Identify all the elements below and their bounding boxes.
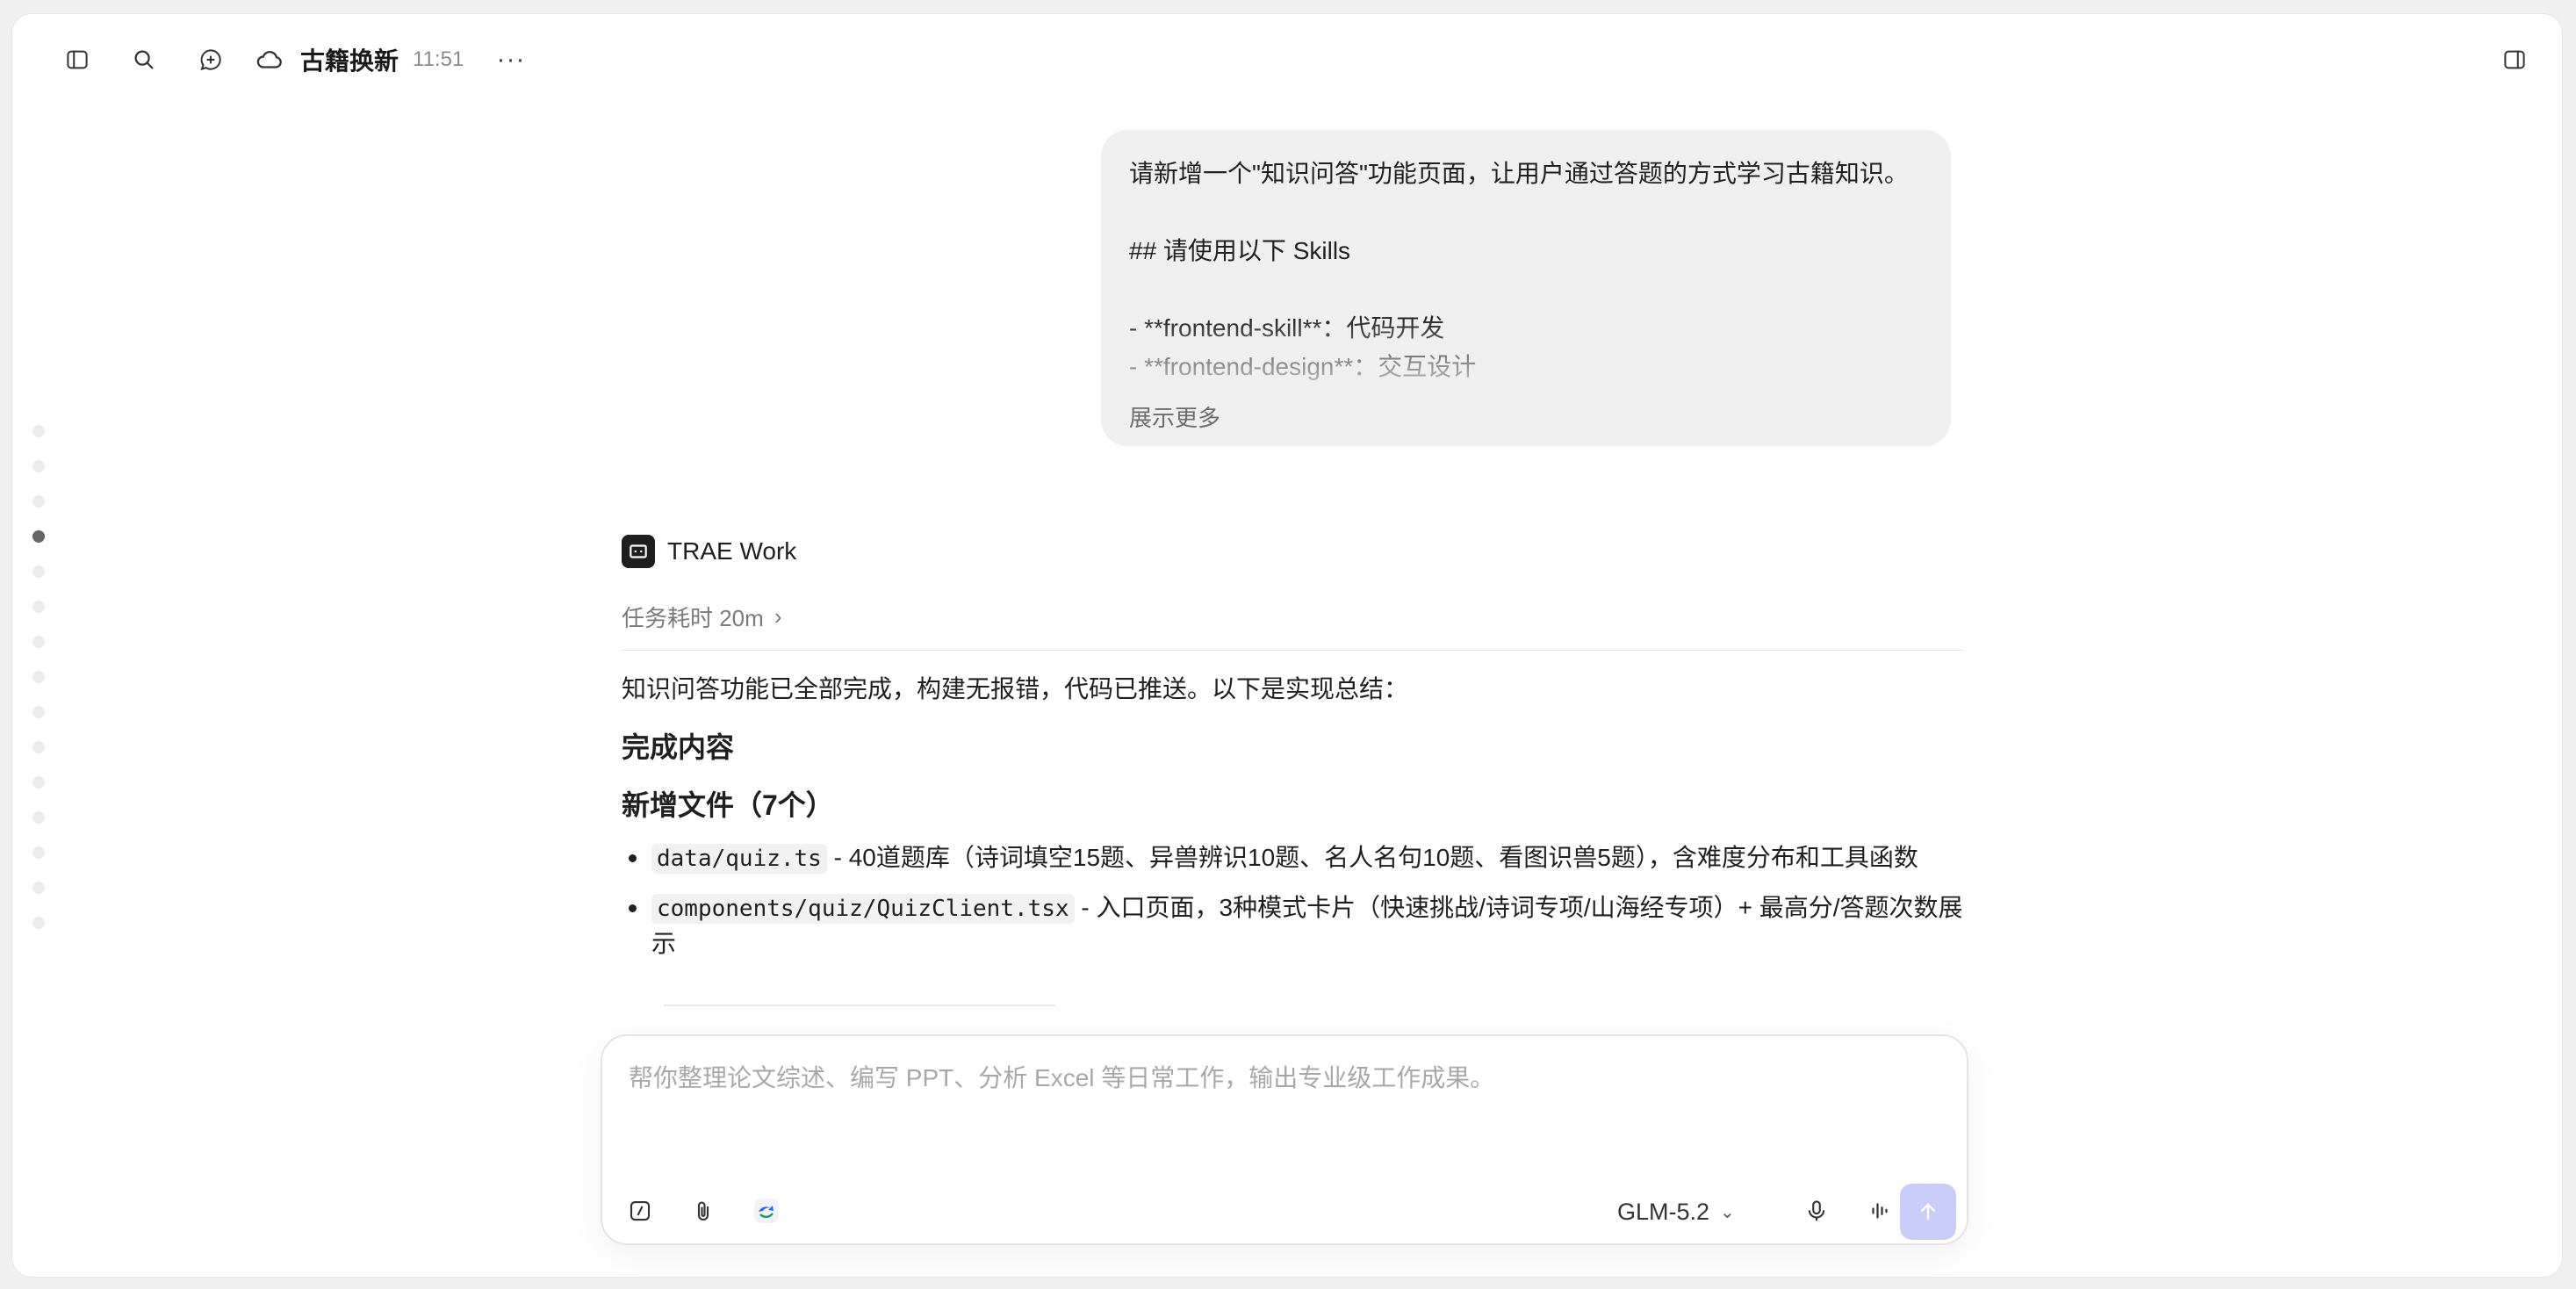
right-panel-toggle-icon[interactable]: [2495, 40, 2534, 79]
user-message-bubble: 请新增一个"知识问答"功能页面，让用户通过答题的方式学习古籍知识。 ## 请使用以…: [1101, 130, 1951, 446]
rail-dot[interactable]: [32, 565, 45, 578]
message-line: ## 请使用以下 Skills: [1129, 237, 1351, 264]
divider: [622, 650, 1963, 651]
list-item: data/quiz.ts - 40道题库（诗词填空15题、异兽辨识10题、名人名…: [622, 840, 1963, 876]
file-path-code: data/quiz.ts: [651, 844, 827, 874]
show-more-button[interactable]: 展示更多: [1129, 399, 1220, 437]
message-navigation-rail: [28, 425, 49, 952]
rail-dot[interactable]: [32, 811, 45, 824]
app-window: 古籍换新 11:51 ··· 请新增一个"知识问答"功能页面，让用户通过答题的方…: [12, 14, 2562, 1277]
model-name: GLM-5.2: [1617, 1198, 1710, 1225]
new-chat-icon[interactable]: [191, 40, 230, 79]
chat-title[interactable]: 古籍换新: [300, 42, 399, 77]
rail-dot[interactable]: [32, 741, 45, 753]
assistant-header: TRAE Work: [622, 532, 1963, 571]
cloud-icon: [256, 51, 282, 68]
chat-time: 11:51: [413, 47, 464, 71]
rail-dot[interactable]: [32, 636, 45, 648]
heading-done: 完成内容: [622, 731, 735, 763]
send-button[interactable]: [1900, 1184, 1956, 1240]
arrow-up-icon: [1920, 1203, 1936, 1221]
sidebar-toggle-icon[interactable]: [58, 40, 97, 79]
file-path-code: components/quiz/QuizClient.tsx: [651, 894, 1075, 924]
chat-title-group: 古籍换新 11:51: [255, 39, 464, 81]
task-duration-label: 任务耗时 20m: [622, 604, 764, 631]
model-selector[interactable]: GLM-5.2 ⌄: [1617, 1194, 1735, 1229]
rail-dot[interactable]: [32, 917, 45, 929]
rail-dot[interactable]: [32, 846, 45, 859]
summary-text: 知识问答功能已全部完成，构建无报错，代码已推送。以下是实现总结：: [622, 675, 1409, 702]
user-message-text: 请新增一个"知识问答"功能页面，让用户通过答题的方式学习古籍知识。 ## 请使用以…: [1129, 155, 1923, 385]
attachment-icon[interactable]: [683, 1191, 723, 1231]
assistant-name: TRAE Work: [667, 537, 797, 565]
prompt-input[interactable]: [629, 1059, 1937, 1129]
heading-new-files: 新增文件（7个）: [622, 789, 834, 821]
composer: GLM-5.2 ⌄: [601, 1034, 1968, 1245]
rail-dot[interactable]: [32, 495, 45, 508]
list-item: components/quiz/QuizClient.tsx - 入口页面，3种…: [622, 890, 1963, 961]
rail-dot[interactable]: [32, 530, 45, 543]
rail-dot[interactable]: [32, 601, 45, 613]
assistant-message: TRAE Work 任务耗时 20m › 知识问答功能已全部完成，构建无报错，代…: [622, 532, 1963, 976]
skill-app-icon[interactable]: [746, 1191, 787, 1231]
message-line: - **frontend-design**：交互设计: [1129, 353, 1477, 380]
rail-dot[interactable]: [32, 425, 45, 437]
voice-mode-icon[interactable]: [1860, 1191, 1900, 1231]
top-bar: 古籍换新 11:51 ···: [12, 14, 2562, 102]
rail-dot[interactable]: [32, 671, 45, 683]
chevron-right-icon: ›: [774, 602, 782, 630]
task-duration-toggle[interactable]: 任务耗时 20m ›: [622, 599, 1963, 634]
search-icon[interactable]: [125, 40, 163, 79]
slash-command-icon[interactable]: [620, 1191, 660, 1231]
trae-logo-icon: [622, 535, 655, 568]
scroll-fade-divider: [664, 1005, 1055, 1006]
more-options-icon[interactable]: ···: [492, 40, 530, 79]
rail-dot[interactable]: [32, 706, 45, 718]
microphone-icon[interactable]: [1796, 1191, 1837, 1231]
rail-dot[interactable]: [32, 460, 45, 472]
message-line: - **frontend-skill**：代码开发: [1129, 314, 1445, 342]
file-description: - 40道题库（诗词填空15题、异兽辨识10题、名人名句10题、看图识兽5题），…: [826, 844, 1918, 871]
rail-dot[interactable]: [32, 882, 45, 894]
rail-dot[interactable]: [32, 776, 45, 789]
chevron-down-icon: ⌄: [1720, 1202, 1735, 1222]
new-files-list: data/quiz.ts - 40道题库（诗词填空15题、异兽辨识10题、名人名…: [622, 840, 1963, 961]
message-line: 请新增一个"知识问答"功能页面，让用户通过答题的方式学习古籍知识。: [1129, 160, 1909, 187]
